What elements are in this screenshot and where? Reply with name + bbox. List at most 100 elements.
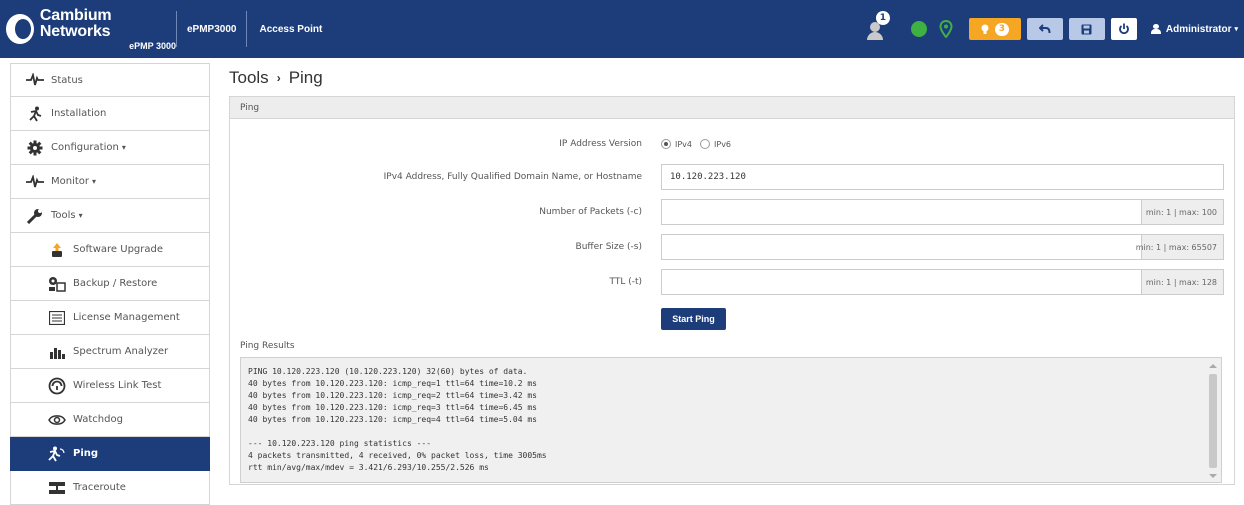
ttl-field: min: 1 | max: 128 — [661, 269, 1224, 295]
ipv6-radio[interactable] — [700, 139, 711, 149]
caret-down-icon: ▾ — [78, 211, 83, 220]
sidebar-item-ping[interactable]: Ping — [10, 437, 210, 471]
sidebar-item-label: Ping — [73, 448, 99, 459]
breadcrumb-current: Ping — [288, 68, 323, 87]
speedometer-icon — [47, 377, 67, 394]
location-pin-icon[interactable] — [939, 20, 953, 38]
buffer-input[interactable] — [661, 234, 1141, 260]
license-icon — [47, 310, 67, 326]
wrench-icon — [25, 208, 45, 224]
panel-title: Ping — [230, 97, 1234, 119]
user-icon-body — [866, 32, 883, 40]
alarms-button[interactable]: 3 — [968, 18, 1021, 40]
user-menu[interactable]: Administrator ▾ — [1143, 24, 1244, 35]
ip-version-row: IP Address Version IPv4 IPv6 — [230, 131, 1230, 157]
upgrade-icon — [47, 242, 67, 258]
globe-icon[interactable] — [910, 21, 927, 37]
sidebar-item-traceroute[interactable]: Traceroute — [10, 471, 210, 505]
sidebar-item-label: Backup / Restore — [73, 278, 158, 289]
buffer-field: min: 1 | max: 65507 — [661, 234, 1224, 260]
caret-down-icon: ▾ — [92, 177, 97, 186]
sidebar-item-label: Installation — [51, 108, 107, 119]
ip-version-radios: IPv4 IPv6 — [661, 139, 739, 149]
eye-icon — [47, 412, 67, 428]
sidebar-nav: Status Installation Configuration ▾ Monit… — [10, 63, 210, 505]
sidebar-item-label: Configuration — [51, 142, 119, 153]
bar-chart-icon — [47, 344, 67, 360]
device-mode: Access Point — [259, 23, 323, 35]
sidebar-item-wireless-link-test[interactable]: Wireless Link Test — [10, 369, 210, 403]
runner-icon — [25, 106, 45, 122]
results-scrollbar[interactable] — [1207, 362, 1219, 480]
model-name: ePMP 3000 — [129, 40, 176, 51]
sidebar-item-watchdog[interactable]: Watchdog — [10, 403, 210, 437]
reboot-button[interactable] — [1110, 18, 1137, 40]
logo-text: Cambium Networks ePMP 3000 — [39, 6, 176, 51]
sidebar-item-label: License Management — [73, 312, 180, 323]
sidebar-item-label: Spectrum Analyzer — [73, 346, 169, 357]
buffer-range-hint: min: 1 | max: 65507 — [1136, 234, 1224, 260]
sidebar-item-installation[interactable]: Installation — [10, 97, 210, 131]
user-name: Administrator — [1165, 23, 1232, 35]
sidebar-item-tools[interactable]: Tools ▾ — [10, 199, 210, 233]
cambium-logo[interactable]: Cambium Networks ePMP 3000 — [0, 0, 176, 58]
packets-field: min: 1 | max: 100 — [661, 199, 1224, 225]
sidebar-item-label: Wireless Link Test — [73, 380, 162, 391]
scroll-down-icon[interactable] — [1209, 474, 1217, 478]
pulse-icon — [25, 72, 45, 88]
sidebar-item-label: Status — [51, 74, 83, 86]
brand-name: Cambium Networks — [39, 6, 112, 40]
ping-results-text: PING 10.120.223.120 (10.120.223.120) 32(… — [248, 367, 547, 472]
backup-icon — [47, 276, 67, 292]
power-icon — [1119, 23, 1129, 35]
undo-icon — [1038, 24, 1051, 34]
ipv4-label: IPv4 — [675, 139, 693, 149]
buffer-label: Buffer Size (-s) — [575, 242, 642, 252]
sidebar-item-monitor[interactable]: Monitor ▾ — [10, 165, 210, 199]
chevron-down-icon: ▾ — [1234, 26, 1238, 33]
pulse-icon — [25, 174, 45, 190]
main-content: Tools › Ping Ping IP Address Version IPv… — [229, 63, 1235, 485]
ping-results-box[interactable]: PING 10.120.223.120 (10.120.223.120) 32(… — [240, 357, 1222, 483]
sidebar-item-license-management[interactable]: License Management — [10, 301, 210, 335]
sidebar-item-label: Software Upgrade — [73, 244, 164, 255]
start-ping-button[interactable]: Start Ping — [661, 308, 726, 330]
notifications-user-icon[interactable]: 1 — [865, 11, 890, 41]
scroll-up-icon[interactable] — [1209, 364, 1217, 368]
caret-down-icon: ▾ — [121, 143, 126, 152]
ping-icon — [47, 446, 67, 462]
ttl-row: TTL (-t) min: 1 | max: 128 — [230, 269, 1230, 295]
floppy-disk-icon — [1081, 24, 1092, 34]
sidebar-item-status[interactable]: Status — [10, 63, 210, 97]
breadcrumb-parent: Tools — [229, 68, 269, 87]
sidebar-item-label: Tools — [51, 210, 76, 221]
device-name: ePMP3000 — [187, 23, 237, 35]
user-icon — [1150, 24, 1161, 34]
notifications-badge: 1 — [875, 11, 890, 25]
buffer-row: Buffer Size (-s) min: 1 | max: 65507 — [230, 234, 1230, 260]
packets-input[interactable] — [661, 199, 1141, 225]
header-actions: 1 3 Administrator ▾ — [865, 0, 1244, 58]
page-title: Tools › Ping — [229, 63, 1235, 93]
ipv4-radio[interactable] — [661, 139, 671, 149]
address-row: IPv4 Address, Fully Qualified Domain Nam… — [230, 164, 1230, 190]
sidebar-item-label: Watchdog — [73, 414, 123, 425]
ipv6-label: IPv6 — [714, 139, 732, 149]
address-label: IPv4 Address, Fully Qualified Domain Nam… — [383, 172, 642, 182]
packets-label: Number of Packets (-c) — [539, 207, 642, 217]
ping-form: IP Address Version IPv4 IPv6 IPv4 Addres… — [230, 119, 1234, 484]
save-button[interactable] — [1068, 18, 1105, 40]
traceroute-icon — [47, 480, 67, 496]
ttl-input[interactable] — [661, 269, 1141, 295]
ttl-range-hint: min: 1 | max: 128 — [1141, 269, 1224, 295]
ping-results-label: Ping Results — [240, 341, 295, 351]
scroll-thumb[interactable] — [1209, 374, 1217, 468]
address-input[interactable]: 10.120.223.120 — [661, 164, 1224, 190]
sidebar-item-backup-restore[interactable]: Backup / Restore — [10, 267, 210, 301]
undo-button[interactable] — [1026, 18, 1063, 40]
packets-row: Number of Packets (-c) min: 1 | max: 100 — [230, 199, 1230, 225]
sidebar-item-software-upgrade[interactable]: Software Upgrade — [10, 233, 210, 267]
sidebar-item-spectrum-analyzer[interactable]: Spectrum Analyzer — [10, 335, 210, 369]
sidebar-item-label: Traceroute — [73, 482, 126, 493]
sidebar-item-configuration[interactable]: Configuration ▾ — [10, 131, 210, 165]
